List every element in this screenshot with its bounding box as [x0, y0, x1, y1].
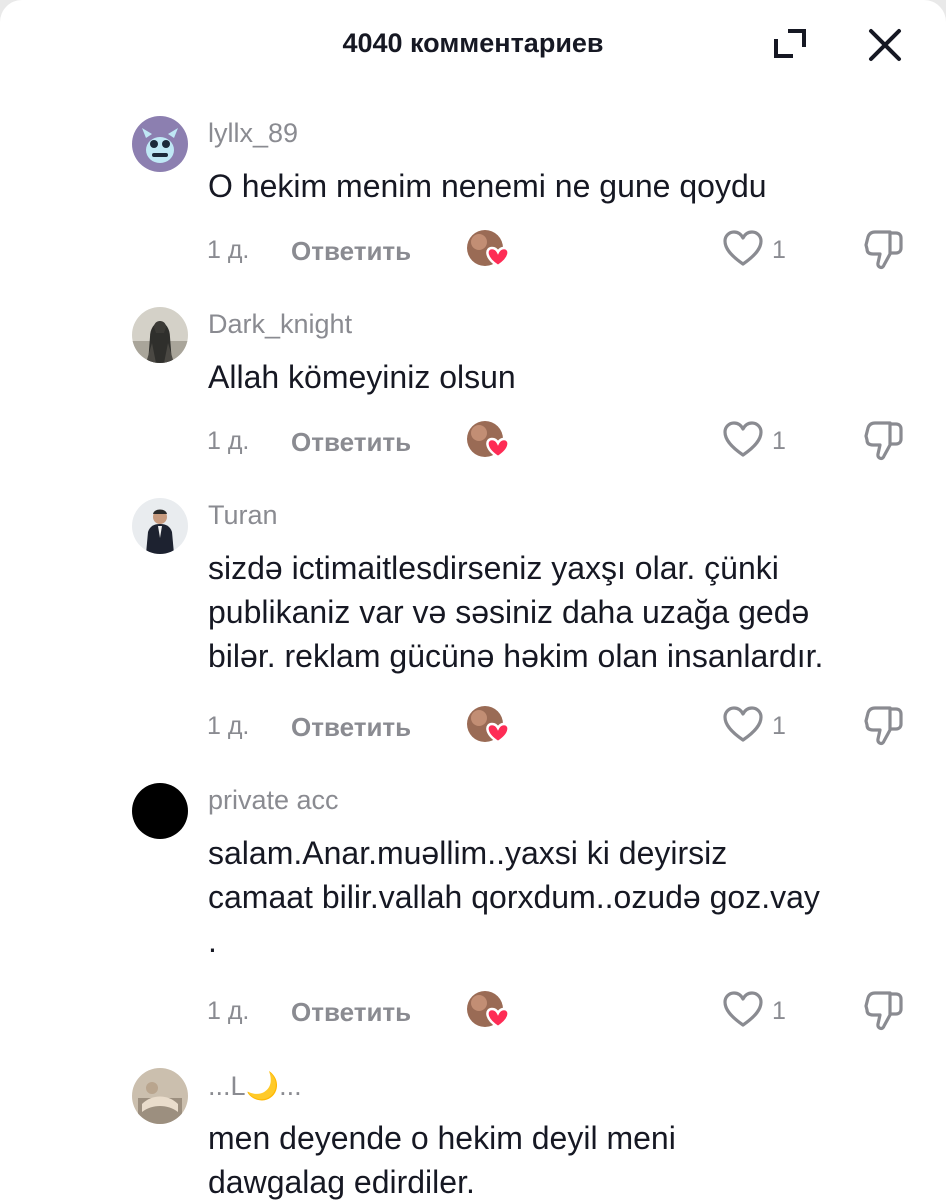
comments-header: 4040 комментариев [0, 0, 946, 90]
comment-actions: 1 д. Ответить 1 [0, 229, 946, 272]
comment-username[interactable]: private acc [208, 785, 339, 816]
expand-icon[interactable] [770, 24, 810, 64]
comment-actions: 1 д. Ответить 1 [0, 705, 946, 748]
avatar[interactable] [132, 1068, 188, 1124]
like-count: 1 [772, 712, 786, 740]
like-count: 1 [772, 236, 786, 264]
reply-button[interactable]: Ответить [291, 236, 411, 267]
comment-text: O hekim menim nenemi ne gune qoydu [208, 168, 767, 204]
creator-liked-icon [464, 417, 514, 463]
creator-liked-icon [464, 987, 514, 1033]
comment-time: 1 д. [207, 997, 250, 1025]
creator-liked-icon [464, 702, 514, 748]
comment-text: salam.Anar.muəllim..yaxsi ki deyirsiz ca… [208, 835, 820, 959]
avatar[interactable] [132, 783, 188, 839]
close-icon[interactable] [864, 24, 906, 66]
comment-username[interactable]: Dark_knight [208, 309, 352, 340]
thumbs-down-icon[interactable] [862, 418, 906, 464]
comment-username[interactable]: Turan [208, 500, 278, 531]
comment-time: 1 д. [207, 427, 250, 455]
avatar[interactable] [132, 307, 188, 363]
comments-panel: 4040 комментариев lyllx_89 O hekim menim… [0, 0, 946, 1200]
avatar[interactable] [132, 498, 188, 554]
heart-icon[interactable] [722, 990, 764, 1030]
comment-time: 1 д. [207, 712, 250, 740]
reply-button[interactable]: Ответить [291, 997, 411, 1028]
heart-icon[interactable] [722, 420, 764, 460]
comment-actions: 1 д. Ответить 1 [0, 420, 946, 463]
reply-button[interactable]: Ответить [291, 712, 411, 743]
creator-liked-icon [464, 226, 514, 272]
heart-icon[interactable] [722, 705, 764, 745]
like-count: 1 [772, 997, 786, 1025]
reply-button[interactable]: Ответить [291, 427, 411, 458]
comment-text: Allah kömeyiniz olsun [208, 359, 516, 395]
comment-text: sizdə ictimaitlesdirseniz yaxşı olar. çü… [208, 550, 824, 674]
thumbs-down-icon[interactable] [862, 703, 906, 749]
like-count: 1 [772, 427, 786, 455]
comment-username[interactable]: lyllx_89 [208, 118, 298, 149]
thumbs-down-icon[interactable] [862, 988, 906, 1034]
comment-time: 1 д. [207, 236, 250, 264]
comment-actions: 1 д. Ответить 1 [0, 990, 946, 1033]
thumbs-down-icon[interactable] [862, 227, 906, 273]
avatar[interactable] [132, 116, 188, 172]
comment-text: men deyende o hekim deyil meni dawgalag … [208, 1120, 676, 1200]
comment-username[interactable]: ...L🌙... [208, 1070, 302, 1102]
heart-icon[interactable] [722, 229, 764, 269]
